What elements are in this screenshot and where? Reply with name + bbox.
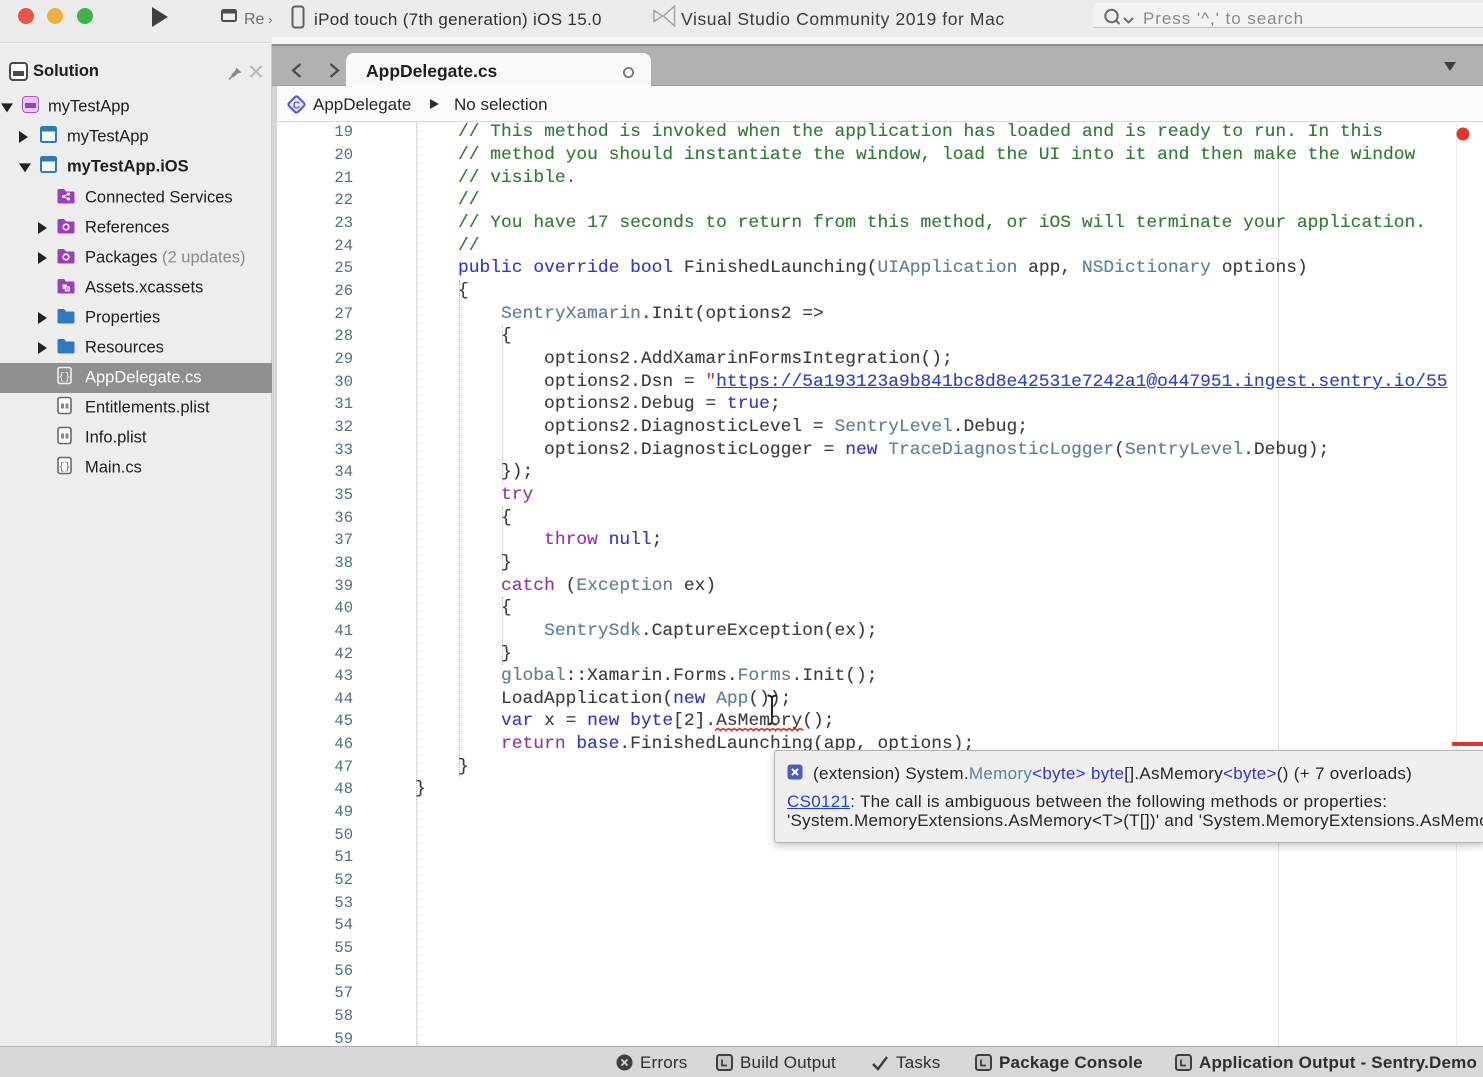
- svg-text:{}: {}: [58, 372, 70, 384]
- svg-text:{}: {}: [58, 462, 70, 474]
- svg-text:C: C: [293, 101, 300, 112]
